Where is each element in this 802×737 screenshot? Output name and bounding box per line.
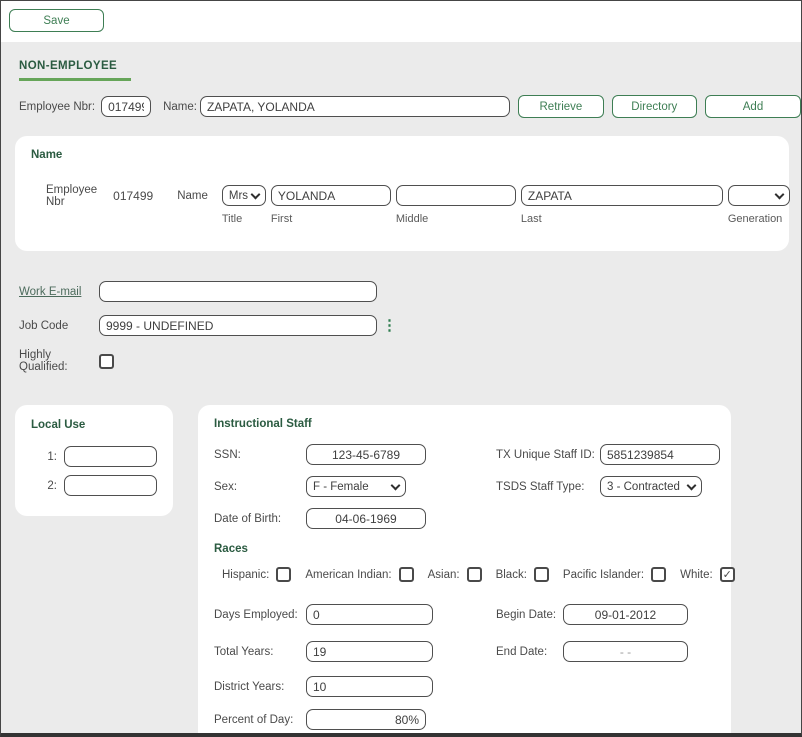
percent-of-day-label: Percent of Day:: [214, 714, 306, 726]
toolbar: Save: [1, 1, 801, 42]
name-input[interactable]: [200, 96, 510, 117]
employee-nbr-static-value: 017499: [113, 185, 153, 206]
middle-sub-label: Middle: [396, 213, 516, 225]
highly-qualified-checkbox[interactable]: [99, 354, 114, 369]
chevron-down-icon: [687, 480, 697, 490]
tsds-staff-type-label: TSDS Staff Type:: [496, 481, 596, 493]
middle-name-input[interactable]: [396, 185, 516, 206]
race-item-american-indian: American Indian:: [305, 567, 413, 582]
ssn-input[interactable]: [306, 444, 426, 465]
hispanic-checkbox[interactable]: [276, 567, 291, 582]
american-indian-checkbox[interactable]: [399, 567, 414, 582]
add-button[interactable]: Add: [705, 95, 801, 118]
begin-date-label: Begin Date:: [496, 609, 559, 621]
race-item-asian: Asian:: [428, 567, 482, 582]
employee-nbr-label: Employee Nbr:: [19, 101, 95, 113]
name-card: Name Employee Nbr 017499 Name Mrs. Title: [15, 136, 789, 251]
american-indian-label: American Indian:: [305, 569, 391, 581]
total-years-input[interactable]: [306, 641, 433, 662]
local-use-2-input[interactable]: [64, 475, 157, 496]
instructional-staff-card: Instructional Staff SSN: TX Unique Staff…: [198, 405, 731, 733]
chevron-down-icon: [391, 480, 401, 490]
days-employed-label: Days Employed:: [214, 609, 306, 621]
name-card-heading: Name: [31, 149, 773, 161]
tx-unique-staff-id-input[interactable]: [600, 444, 720, 465]
job-code-picker-ellipsis-icon[interactable]: ⋮: [382, 318, 397, 333]
total-years-label: Total Years:: [214, 646, 306, 658]
last-name-input[interactable]: [521, 185, 723, 206]
title-select[interactable]: Mrs.: [222, 185, 266, 206]
begin-date-input[interactable]: [563, 604, 688, 625]
title-sub-label: Title: [222, 213, 266, 225]
retrieve-bar: Employee Nbr: Name: Retrieve Directory A…: [19, 95, 801, 118]
end-date-input[interactable]: [563, 641, 688, 662]
tx-unique-staff-id-label: TX Unique Staff ID:: [496, 449, 596, 461]
asian-label: Asian:: [428, 569, 460, 581]
asian-checkbox[interactable]: [467, 567, 482, 582]
page-content: NON-EMPLOYEE Employee Nbr: Name: Retriev…: [1, 42, 801, 733]
highly-qualified-label: Highly Qualified:: [19, 349, 99, 373]
tsds-staff-type-select[interactable]: 3 - Contracted Profe: [600, 476, 702, 497]
race-item-pacific-islander: Pacific Islander:: [563, 567, 666, 582]
name-static-label: Name: [177, 185, 208, 206]
white-label: White:: [680, 569, 713, 581]
sex-label: Sex:: [214, 481, 306, 493]
black-label: Black:: [496, 569, 527, 581]
sex-select-value: F - Female: [313, 481, 388, 493]
local-use-heading: Local Use: [31, 419, 157, 431]
days-employed-input[interactable]: [306, 604, 433, 625]
race-item-hispanic: Hispanic:: [222, 567, 291, 582]
district-years-input[interactable]: [306, 676, 433, 697]
pacific-islander-checkbox[interactable]: [651, 567, 666, 582]
last-sub-label: Last: [521, 213, 723, 225]
black-checkbox[interactable]: [534, 567, 549, 582]
chevron-down-icon: [250, 189, 260, 199]
white-checkbox[interactable]: [720, 567, 735, 582]
ssn-label: SSN:: [214, 449, 306, 461]
end-date-label: End Date:: [496, 646, 559, 658]
work-email-link[interactable]: Work E-mail: [19, 286, 99, 298]
work-email-input[interactable]: [99, 281, 377, 302]
percent-of-day-input[interactable]: [306, 709, 426, 730]
local-use-1-input[interactable]: [64, 446, 157, 467]
job-code-label: Job Code: [19, 320, 99, 332]
job-code-input[interactable]: [99, 315, 377, 336]
local-use-2-label: 2:: [31, 480, 57, 492]
directory-button[interactable]: Directory: [612, 95, 697, 118]
hispanic-label: Hispanic:: [222, 569, 269, 581]
generation-select[interactable]: [728, 185, 790, 206]
name-label: Name:: [163, 101, 197, 113]
pacific-islander-label: Pacific Islander:: [563, 569, 644, 581]
employee-nbr-input[interactable]: [101, 96, 151, 117]
sex-select[interactable]: F - Female: [306, 476, 406, 497]
employee-nbr-static-label: Employee Nbr: [46, 185, 97, 206]
tab-non-employee[interactable]: NON-EMPLOYEE: [19, 60, 131, 81]
chevron-down-icon: [774, 189, 784, 199]
first-sub-label: First: [271, 213, 391, 225]
tsds-staff-type-select-value: 3 - Contracted Profe: [607, 481, 684, 493]
local-use-card: Local Use 1: 2:: [15, 405, 173, 516]
race-item-black: Black:: [496, 567, 549, 582]
district-years-label: District Years:: [214, 681, 306, 693]
generation-sub-label: Generation: [728, 213, 790, 225]
date-of-birth-label: Date of Birth:: [214, 513, 306, 525]
race-item-white: White:: [680, 567, 735, 582]
title-select-value: Mrs.: [229, 190, 248, 202]
date-of-birth-input[interactable]: [306, 508, 426, 529]
save-button[interactable]: Save: [9, 9, 104, 32]
local-use-1-label: 1:: [31, 451, 57, 463]
races-row: Hispanic: American Indian: Asian: Black:: [222, 567, 715, 582]
instructional-staff-heading: Instructional Staff: [214, 418, 715, 430]
retrieve-button[interactable]: Retrieve: [518, 95, 603, 118]
app-window: Save NON-EMPLOYEE Employee Nbr: Name: Re…: [0, 0, 802, 737]
races-heading: Races: [214, 543, 715, 555]
first-name-input[interactable]: [271, 185, 391, 206]
